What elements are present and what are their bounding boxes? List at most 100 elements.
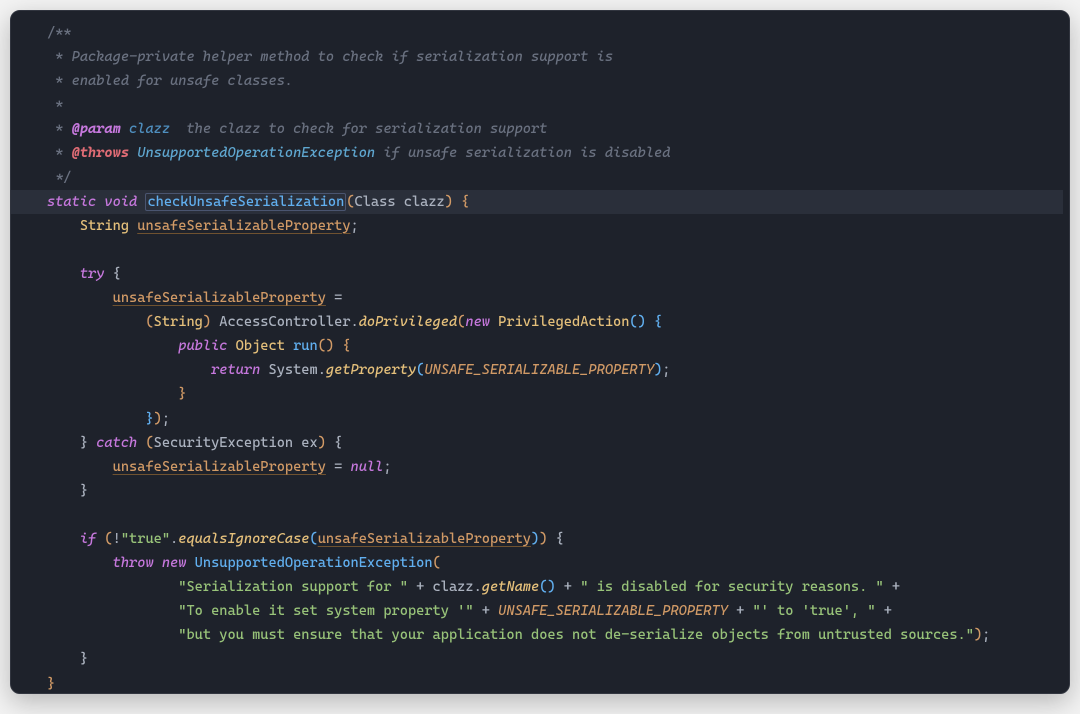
- var-ex: ex: [301, 435, 317, 451]
- keyword-public: public: [178, 338, 227, 354]
- javadoc-star: *: [47, 97, 63, 113]
- indent: [47, 651, 80, 667]
- keyword-null: null: [351, 459, 384, 475]
- semicolon: ;: [982, 627, 990, 643]
- indent: [47, 362, 211, 378]
- class-System: System: [268, 362, 317, 378]
- javadoc-throws-type: UnsupportedOperationException: [129, 145, 375, 161]
- method-name-checkUnsafeSerialization[interactable]: checkUnsafeSerialization: [145, 193, 346, 211]
- close-brace: }: [80, 483, 88, 499]
- string-literal: "but you must ensure that your applicati…: [178, 627, 974, 643]
- space: [154, 555, 162, 571]
- rparen: ): [326, 338, 334, 354]
- dot: .: [351, 314, 359, 330]
- param-clazz: clazz: [396, 194, 445, 210]
- rparen: ): [318, 435, 326, 451]
- rparen: ): [638, 314, 646, 330]
- code-block: /** * Package-private helper method to c…: [11, 11, 1069, 694]
- semicolon: ;: [662, 362, 670, 378]
- string-literal: "To enable it set system property '": [178, 603, 473, 619]
- space: [326, 435, 334, 451]
- open-brace: {: [654, 314, 662, 330]
- javadoc-text: Package-private helper method to check i…: [63, 49, 613, 65]
- cast-type-string: String: [154, 314, 203, 330]
- rparen: ): [547, 579, 555, 595]
- indent: [47, 338, 178, 354]
- javadoc-star: *: [47, 121, 63, 137]
- javadoc-throws-desc: if unsafe serialization is disabled: [375, 145, 670, 161]
- indent: [47, 290, 113, 306]
- indent: [47, 603, 178, 619]
- class-AccessController: AccessController: [219, 314, 350, 330]
- rparen: ): [654, 362, 662, 378]
- method-signature-line[interactable]: static void checkUnsafeSerialization(Cla…: [11, 190, 1063, 214]
- javadoc-star: *: [47, 49, 63, 65]
- type-class: Class: [355, 194, 396, 210]
- lparen: (: [104, 531, 112, 547]
- plus-op: +: [474, 603, 499, 619]
- indent: [47, 579, 178, 595]
- lparen: (: [629, 314, 637, 330]
- keyword-return: return: [211, 362, 260, 378]
- plus-op: +: [876, 603, 892, 619]
- plus-op: +: [556, 579, 581, 595]
- keyword-catch: catch: [96, 435, 137, 451]
- javadoc-param-tag: @param: [63, 121, 120, 137]
- close-brace: }: [178, 386, 186, 402]
- open-brace: {: [334, 435, 342, 451]
- javadoc-open: /**: [47, 25, 72, 41]
- space: [104, 266, 112, 282]
- rparen: ): [974, 627, 982, 643]
- var-clazz: clazz: [433, 579, 474, 595]
- javadoc-param-name: clazz: [121, 121, 170, 137]
- const-UNSAFE_SERIALIZABLE_PROPERTY: UNSAFE_SERIALIZABLE_PROPERTY: [424, 362, 654, 378]
- keyword-try: try: [80, 266, 105, 282]
- lparen: (: [145, 435, 153, 451]
- space: [326, 290, 334, 306]
- lparen: (: [433, 555, 441, 571]
- method-equalsIgnoreCase: equalsIgnoreCase: [178, 531, 309, 547]
- equals-op: =: [334, 290, 342, 306]
- space: [227, 338, 235, 354]
- method-getProperty: getProperty: [326, 362, 416, 378]
- rparen: ): [203, 314, 211, 330]
- space: [129, 218, 137, 234]
- code-editor[interactable]: /** * Package-private helper method to c…: [10, 10, 1070, 694]
- javadoc-star: *: [47, 145, 63, 161]
- indent: [47, 483, 80, 499]
- const-UNSAFE_SERIALIZABLE_PROPERTY: UNSAFE_SERIALIZABLE_PROPERTY: [498, 603, 728, 619]
- type-Object: Object: [236, 338, 285, 354]
- space: [490, 314, 498, 330]
- var-unsafeSerializableProperty: unsafeSerializableProperty: [113, 290, 326, 306]
- semicolon: ;: [351, 218, 359, 234]
- javadoc-close: */: [47, 170, 72, 186]
- indent: [47, 531, 80, 547]
- indent: [47, 627, 178, 643]
- rparen: ): [154, 411, 162, 427]
- indent: [47, 459, 113, 475]
- string-literal: "' to 'true', ": [752, 603, 875, 619]
- keyword-throw: throw: [113, 555, 154, 571]
- dot: .: [474, 579, 482, 595]
- space: [342, 459, 350, 475]
- plus-op: +: [728, 603, 753, 619]
- indent: [47, 555, 113, 571]
- rparen: ): [531, 531, 539, 547]
- method-doPrivileged: doPrivileged: [359, 314, 457, 330]
- close-brace: }: [80, 435, 88, 451]
- indent: [47, 386, 178, 402]
- indent: [47, 435, 80, 451]
- space: [453, 194, 461, 210]
- indent: [47, 266, 80, 282]
- open-brace: {: [342, 338, 350, 354]
- open-brace: {: [556, 531, 564, 547]
- space: [88, 435, 96, 451]
- space: [547, 531, 555, 547]
- indent: [47, 411, 145, 427]
- javadoc-param-desc: the clazz to check for serialization sup…: [170, 121, 547, 137]
- type-SecurityException: SecurityException: [154, 435, 293, 451]
- string-literal: "Serialization support for ": [178, 579, 408, 595]
- space: [285, 338, 293, 354]
- plus-op: +: [884, 579, 900, 595]
- javadoc-star: *: [47, 73, 63, 89]
